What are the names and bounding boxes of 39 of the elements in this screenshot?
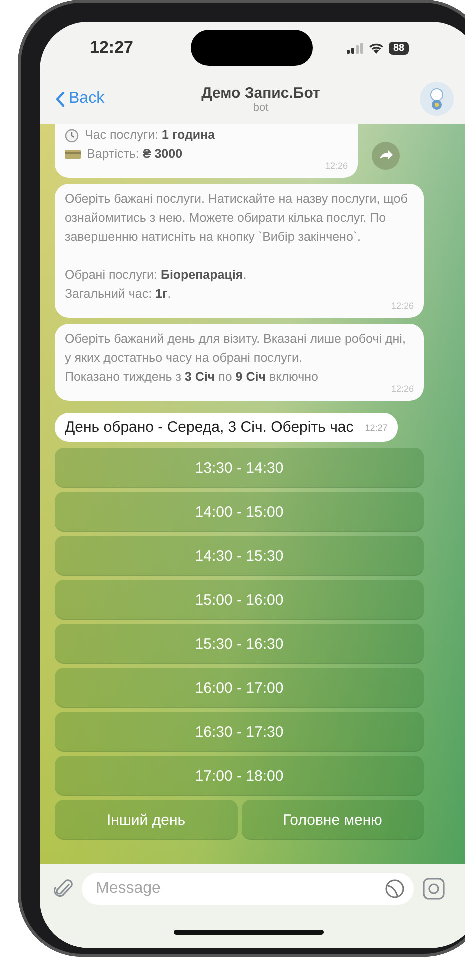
clock-icon [65,128,79,142]
keyboard-button[interactable]: 16:00 - 17:00 [55,668,424,708]
camera-icon[interactable] [422,877,446,901]
keyboard-button[interactable]: 15:00 - 16:00 [55,580,424,620]
share-icon[interactable] [372,142,400,170]
keyboard-button[interactable]: 17:00 - 18:00 [55,756,424,796]
chevron-left-icon[interactable] [56,92,65,106]
back-link[interactable]: Back [56,90,166,108]
message-text: Час послуги: 1 година [85,127,216,144]
message-text: Загальний час: 1г. [65,286,172,303]
message-time: 12:26 [391,300,414,313]
attach-icon[interactable] [54,878,74,900]
keyboard-button[interactable]: 14:00 - 15:00 [55,492,424,532]
message-text: Обрані послуги: Біорепарація. [65,267,248,284]
message-time: 12:27 [365,422,388,435]
keyboard-button[interactable]: 14:30 - 15:30 [55,536,424,576]
battery-level: 88 [389,42,409,54]
message-text: Оберіть бажані послуги. Натискайте на назву послуги, щоб ознайомитись з нею. Можете обирати кілька послуг. По завершенню натисніть на кнопку `Вибір закінчено`. [65,191,409,246]
chat-subtitle: bot [253,102,269,114]
keyboard-button[interactable]: Інший день [55,800,238,840]
message-field[interactable]: Message [82,873,414,905]
wifi-icon [369,42,384,54]
keyboard-button[interactable]: 15:30 - 16:30 [55,624,424,664]
chat-title: Демо Запис.Бот [202,84,320,102]
bot-avatar-icon[interactable] [420,82,454,116]
keyboard-button[interactable]: Головне меню [242,800,424,840]
message-text: Вартість: ₴ 3000 [87,146,183,163]
message-input[interactable]: Message [94,879,385,899]
sticker-icon[interactable] [385,879,405,899]
keyboard-button[interactable]: 16:30 - 17:30 [55,712,424,752]
status-time: 12:27 [90,38,134,58]
banknote-icon [65,149,81,160]
keyboard-button[interactable]: 13:30 - 14:30 [55,448,424,488]
signal-icon [347,42,364,54]
message-text: Показано тиждень з 3 Січ по 9 Січ включно [65,369,320,386]
message-text: День обрано - Середа, 3 Січ. Оберіть час [65,418,354,437]
message-text: Оберіть бажаний день для візиту. Вказані лише робочі дні, у яких достатньо часу на обрані послуги. [65,331,407,367]
message-time: 12:26 [325,160,348,173]
message-time: 12:26 [391,383,414,396]
